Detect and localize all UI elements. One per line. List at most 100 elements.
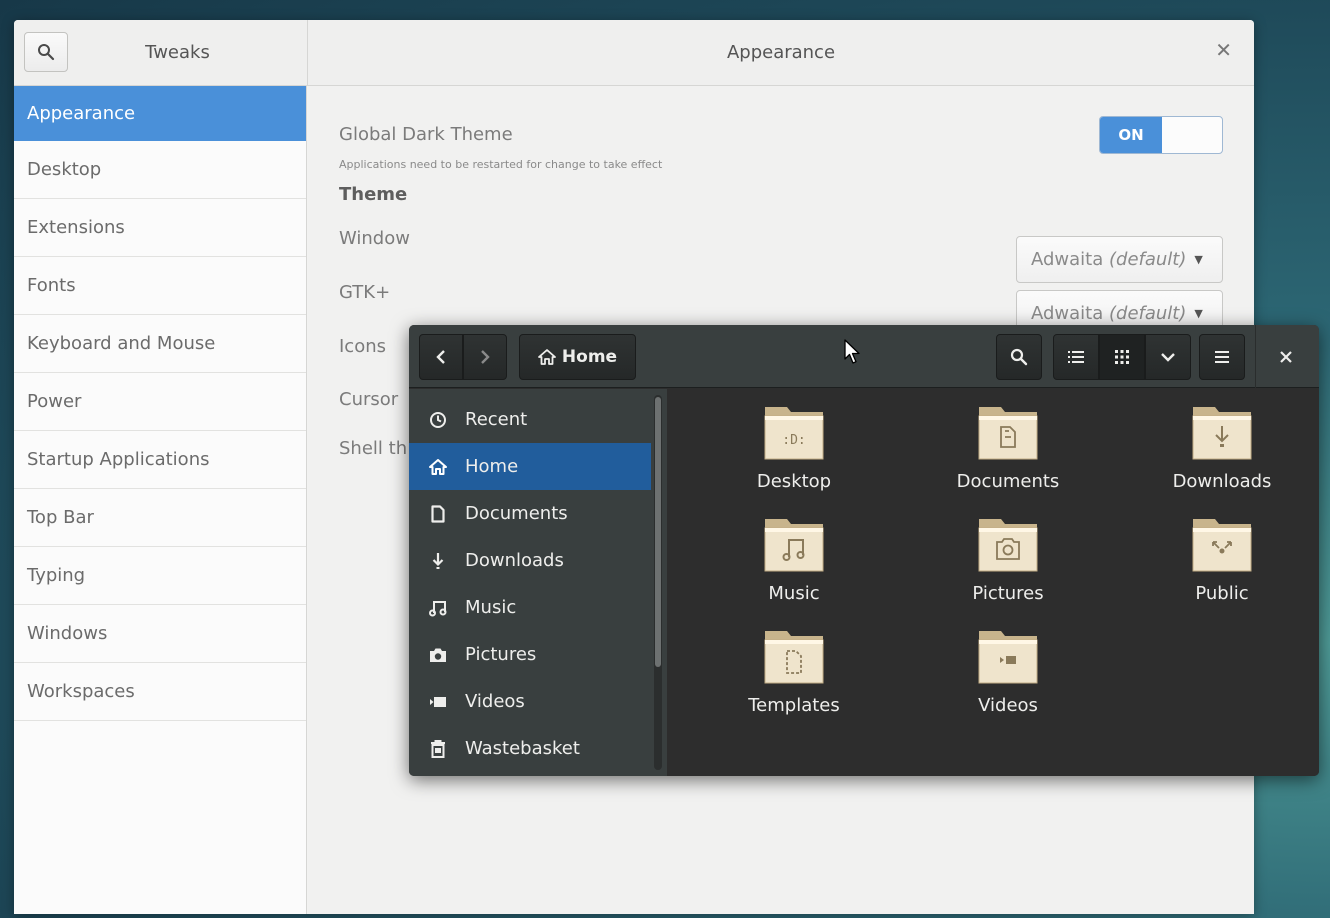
folder-public[interactable]: Public bbox=[1147, 515, 1297, 604]
clock-icon bbox=[425, 411, 451, 429]
folder-desktop-icon: :D: bbox=[764, 407, 824, 460]
back-button[interactable] bbox=[419, 334, 463, 380]
place-videos[interactable]: Videos bbox=[409, 678, 651, 725]
window-theme-combo[interactable]: Adwaita (default) ▼ bbox=[1016, 236, 1223, 283]
sidebar-item-keyboard-and-mouse[interactable]: Keyboard and Mouse bbox=[14, 315, 306, 373]
close-icon bbox=[1280, 351, 1292, 363]
folder-music-icon bbox=[764, 519, 824, 572]
home-icon bbox=[538, 349, 556, 365]
chevron-down-icon bbox=[1161, 353, 1175, 362]
close-button[interactable]: ✕ bbox=[1215, 40, 1232, 60]
folder-label: Desktop bbox=[756, 471, 832, 492]
place-wastebasket[interactable]: Wastebasket bbox=[409, 725, 651, 772]
home-icon bbox=[425, 458, 451, 475]
files-icon-view: :D: Desktop Documents Downloads Music Pi… bbox=[667, 389, 1319, 776]
cursor-theme-label: Cursor bbox=[339, 389, 399, 410]
folder-pictures-icon bbox=[978, 519, 1038, 572]
place-label: Recent bbox=[465, 409, 528, 430]
close-icon: ✕ bbox=[1215, 38, 1232, 62]
dropdown-arrow-icon: ▼ bbox=[1194, 307, 1203, 320]
sidebar-item-appearance[interactable]: Appearance bbox=[14, 86, 306, 141]
view-options-button[interactable] bbox=[1145, 334, 1191, 380]
files-headerbar: Home bbox=[409, 325, 1319, 388]
folder-label: Videos bbox=[978, 695, 1038, 716]
combo-default: (default) bbox=[1109, 303, 1187, 324]
folder-public-icon bbox=[1192, 519, 1252, 572]
sidebar-item-workspaces[interactable]: Workspaces bbox=[14, 663, 306, 721]
places-sidebar: Recent Home Documents Downloads Music Pi… bbox=[409, 389, 667, 776]
combo-value: Adwaita bbox=[1031, 303, 1104, 324]
scrollbar-thumb[interactable] bbox=[655, 397, 661, 667]
sidebar-item-extensions[interactable]: Extensions bbox=[14, 199, 306, 257]
place-documents[interactable]: Documents bbox=[409, 490, 651, 537]
place-label: Wastebasket bbox=[465, 738, 580, 759]
folder-videos-icon bbox=[978, 631, 1038, 684]
files-window: Home Recent Home Documents Downloads Mus… bbox=[409, 325, 1319, 776]
forward-button[interactable] bbox=[463, 334, 507, 380]
path-bar-label: Home bbox=[561, 347, 618, 367]
sidebar-item-desktop[interactable]: Desktop bbox=[14, 141, 306, 199]
hamburger-icon bbox=[1215, 351, 1229, 363]
sidebar-item-fonts[interactable]: Fonts bbox=[14, 257, 306, 315]
folder-templates-icon bbox=[764, 631, 824, 684]
sidebar-item-top-bar[interactable]: Top Bar bbox=[14, 489, 306, 547]
gtk-theme-label: GTK+ bbox=[339, 282, 391, 303]
video-icon bbox=[425, 695, 451, 709]
chevron-left-icon bbox=[436, 350, 445, 364]
dropdown-arrow-icon: ▼ bbox=[1194, 253, 1203, 266]
place-downloads[interactable]: Downloads bbox=[409, 537, 651, 584]
place-label: Documents bbox=[465, 503, 568, 524]
music-icon bbox=[425, 599, 451, 617]
folder-label: Documents bbox=[956, 471, 1060, 492]
folder-documents-icon bbox=[978, 407, 1038, 460]
place-label: Videos bbox=[465, 691, 525, 712]
place-label: Downloads bbox=[465, 550, 564, 571]
menu-button[interactable] bbox=[1199, 334, 1245, 380]
sidebar-item-power[interactable]: Power bbox=[14, 373, 306, 431]
document-icon bbox=[425, 504, 451, 523]
switch-on-label: ON bbox=[1100, 117, 1162, 153]
folder-templates[interactable]: Templates bbox=[719, 627, 869, 716]
path-bar-home-button[interactable]: Home bbox=[519, 334, 636, 380]
place-pictures[interactable]: Pictures bbox=[409, 631, 651, 678]
folder-label: Templates bbox=[748, 695, 840, 716]
download-icon bbox=[425, 552, 451, 570]
camera-icon bbox=[425, 647, 451, 663]
window-theme-label: Window bbox=[339, 228, 410, 249]
search-icon bbox=[1010, 348, 1028, 366]
folder-pictures[interactable]: Pictures bbox=[933, 515, 1083, 604]
list-view-icon bbox=[1068, 351, 1084, 363]
sidebar-scrollbar[interactable] bbox=[654, 395, 662, 770]
place-home[interactable]: Home bbox=[409, 443, 651, 490]
dark-theme-note: Applications need to be restarted for ch… bbox=[339, 158, 663, 171]
dark-theme-switch[interactable]: ON bbox=[1099, 116, 1223, 154]
page-title: Appearance bbox=[726, 42, 836, 63]
place-label: Home bbox=[465, 456, 519, 477]
tweaks-headerbar: Tweaks Appearance ✕ bbox=[14, 20, 1254, 86]
combo-default: (default) bbox=[1109, 249, 1187, 270]
grid-view-icon bbox=[1115, 350, 1129, 364]
folder-label: Pictures bbox=[972, 583, 1044, 604]
sidebar-item-typing[interactable]: Typing bbox=[14, 547, 306, 605]
search-button[interactable] bbox=[996, 334, 1042, 380]
list-view-button[interactable] bbox=[1053, 334, 1099, 380]
folder-music[interactable]: Music bbox=[719, 515, 869, 604]
sidebar-item-windows[interactable]: Windows bbox=[14, 605, 306, 663]
folder-downloads[interactable]: Downloads bbox=[1147, 403, 1297, 492]
folder-desktop[interactable]: :D: Desktop bbox=[719, 403, 869, 492]
folder-documents[interactable]: Documents bbox=[933, 403, 1083, 492]
folder-label: Music bbox=[768, 583, 820, 604]
grid-view-button[interactable] bbox=[1099, 334, 1145, 380]
sidebar-item-startup-applications[interactable]: Startup Applications bbox=[14, 431, 306, 489]
folder-label: Public bbox=[1195, 583, 1249, 604]
place-label: Pictures bbox=[465, 644, 537, 665]
folder-videos[interactable]: Videos bbox=[933, 627, 1083, 716]
place-music[interactable]: Music bbox=[409, 584, 651, 631]
close-button[interactable] bbox=[1269, 342, 1303, 372]
mouse-pointer-icon bbox=[843, 339, 861, 369]
tweaks-sidebar: Appearance Desktop Extensions Fonts Keyb… bbox=[14, 86, 307, 914]
place-label: Music bbox=[465, 597, 517, 618]
dark-theme-label: Global Dark Theme bbox=[339, 124, 513, 145]
header-separator bbox=[1255, 325, 1256, 388]
place-recent[interactable]: Recent bbox=[409, 396, 651, 443]
